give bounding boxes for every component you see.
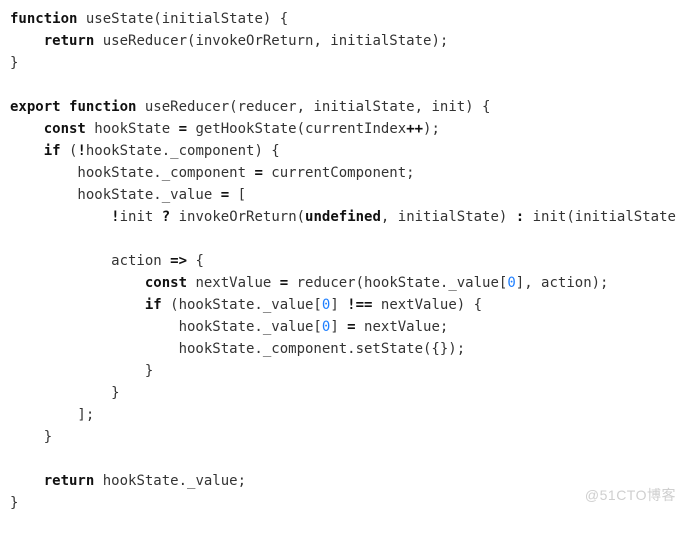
- code-block: function useState(initialState) { return…: [10, 8, 682, 514]
- code-content: function useState(initialState) { return…: [10, 11, 676, 511]
